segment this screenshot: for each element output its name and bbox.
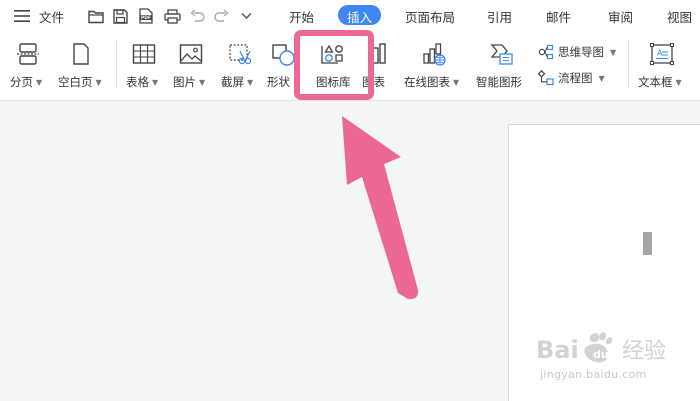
svg-text:du: du (593, 348, 609, 361)
baidu-watermark-logo: Bai du 经验 (536, 332, 666, 364)
watermark-url: jingyan.baidu.com (540, 368, 647, 381)
svg-text:Bai: Bai (536, 336, 579, 364)
svg-text:经验: 经验 (622, 339, 666, 364)
